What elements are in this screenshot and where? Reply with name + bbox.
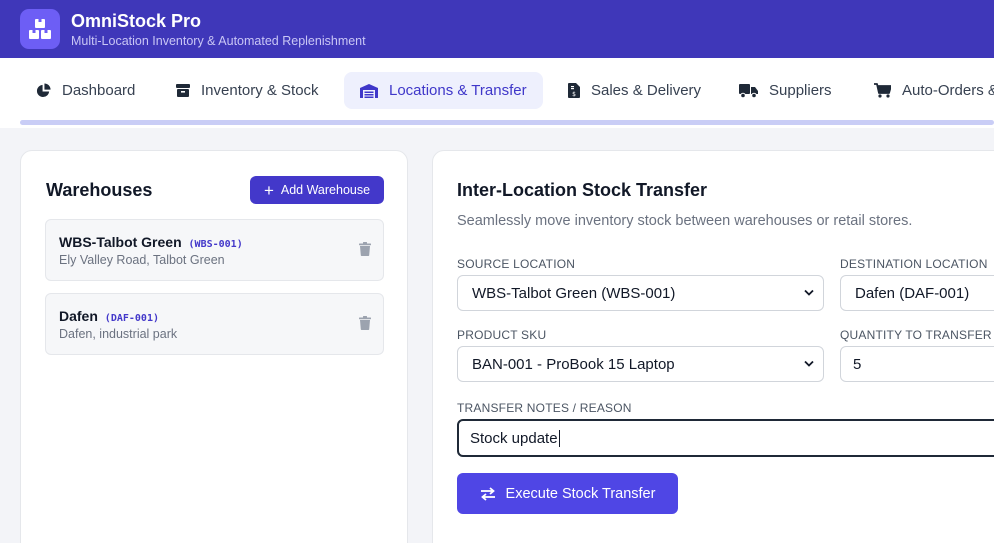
tab-label: Sales & Delivery [591,82,702,99]
transfer-notes-label: TRANSFER NOTES / REASON [457,401,632,415]
app-header: OmniStock Pro Multi-Location Inventory &… [0,0,994,58]
tab-auto-orders[interactable]: Auto-Orders & [858,72,994,109]
tab-label: Locations & Transfer [389,82,527,99]
warehouse-code: (DAF-001) [104,313,159,324]
exchange-arrows-icon [480,486,495,501]
warehouse-address: Dafen, industrial park [59,327,178,341]
warehouse-item[interactable]: Dafen (DAF-001) Dafen, industrial park [45,293,384,355]
svg-text:$: $ [572,91,576,98]
text-caret [558,429,560,447]
quantity-value: 5 [853,355,862,373]
quantity-label: QUANTITY TO TRANSFER [840,328,992,342]
cart-icon [874,83,891,98]
warehouse-name: WBS-Talbot Green [59,234,182,250]
chevron-down-icon [804,360,814,367]
nav-scroll-track[interactable] [20,120,994,125]
source-location-label: SOURCE LOCATION [457,257,576,271]
tab-label: Dashboard [62,82,136,99]
tab-locations-transfer[interactable]: Locations & Transfer [344,72,543,109]
product-sku-value: BAN-001 - ProBook 15 Laptop [472,355,675,373]
destination-location-select[interactable]: Dafen (DAF-001) [840,275,994,311]
add-warehouse-label: Add Warehouse [280,183,371,197]
transfer-title: Inter-Location Stock Transfer [457,180,708,200]
invoice-icon: $ [568,83,580,98]
tab-label: Suppliers [769,82,832,99]
app-subtitle: Multi-Location Inventory & Automated Rep… [71,33,366,48]
transfer-panel: Inter-Location Stock Transfer Seamlessly… [432,150,994,543]
trash-icon[interactable] [359,316,371,330]
source-location-value: WBS-Talbot Green (WBS-001) [472,284,676,302]
plus-icon: + [263,180,274,200]
main-nav: Dashboard Inventory & Stock Locations & … [0,58,994,128]
warehouse-code: (WBS-001) [188,239,243,250]
warehouse-name: Dafen [59,308,98,324]
trash-icon[interactable] [359,242,371,256]
transfer-notes-value: Stock update [470,429,558,447]
product-sku-select[interactable]: BAN-001 - ProBook 15 Laptop [457,346,824,382]
tab-label: Inventory & Stock [201,82,319,99]
app-title: OmniStock Pro [71,10,202,31]
warehouses-panel: Warehouses + Add Warehouse WBS-Talbot Gr… [20,150,408,543]
archive-box-icon [176,84,190,97]
pie-chart-icon [36,83,51,98]
transfer-notes-input[interactable]: Stock update [457,419,994,457]
tab-label: Auto-Orders & [902,82,994,99]
destination-location-label: DESTINATION LOCATION [840,257,988,271]
product-sku-label: PRODUCT SKU [457,328,547,342]
warehouse-item[interactable]: WBS-Talbot Green (WBS-001) Ely Valley Ro… [45,219,384,281]
tab-suppliers[interactable]: Suppliers [723,72,848,109]
transfer-description: Seamlessly move inventory stock between … [457,213,913,229]
destination-location-value: Dafen (DAF-001) [855,284,970,302]
warehouse-address: Ely Valley Road, Talbot Green [59,253,225,267]
warehouses-title: Warehouses [46,180,153,200]
tab-inventory[interactable]: Inventory & Stock [160,72,335,109]
chevron-down-icon [804,289,814,296]
execute-transfer-label: Execute Stock Transfer [505,485,656,502]
tab-dashboard[interactable]: Dashboard [20,72,151,109]
truck-icon [739,83,758,98]
add-warehouse-button[interactable]: + Add Warehouse [250,176,384,204]
boxes-icon [20,9,60,49]
tab-sales-delivery[interactable]: $ Sales & Delivery [552,72,717,109]
source-location-select[interactable]: WBS-Talbot Green (WBS-001) [457,275,824,311]
quantity-input[interactable]: 5 [840,346,994,382]
warehouse-icon [360,83,378,98]
execute-transfer-button[interactable]: Execute Stock Transfer [457,473,678,514]
